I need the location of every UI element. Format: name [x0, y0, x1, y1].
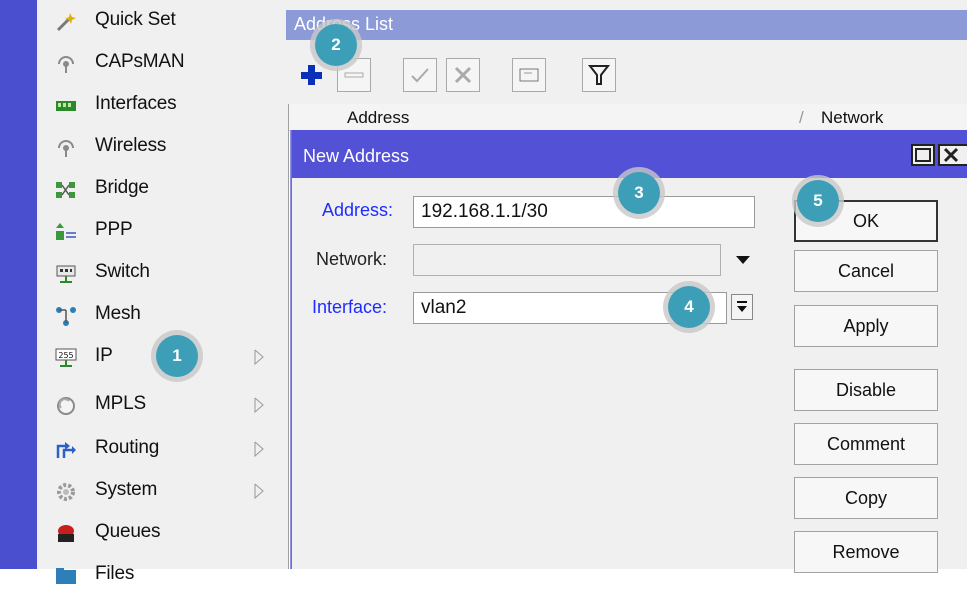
comment-button[interactable]: Comment — [794, 423, 938, 465]
maximize-button[interactable] — [911, 144, 935, 166]
sidebar-item-mesh[interactable]: Mesh — [37, 294, 286, 336]
ppp-icon — [56, 223, 76, 240]
queues-icon — [58, 525, 74, 542]
cancel-button[interactable]: Cancel — [794, 250, 938, 292]
column-header-network[interactable]: Network — [821, 108, 883, 128]
antenna-icon — [58, 56, 74, 73]
network-dropdown-arrow-icon[interactable] — [735, 254, 751, 266]
wireless-icon — [58, 140, 74, 157]
dialog-title: New Address — [303, 146, 410, 166]
sidebar-item-system[interactable]: System — [37, 470, 286, 512]
sidebar-item-label: Wireless — [95, 135, 167, 156]
gear-icon — [57, 483, 75, 501]
step-badge-5: 5 — [797, 180, 839, 222]
sidebar-item-label: Quick Set — [95, 9, 176, 30]
address-list-titlebar[interactable]: Address List — [286, 10, 967, 40]
sidebar-item-quick-set[interactable]: Quick Set — [37, 0, 286, 42]
mpls-icon — [57, 397, 75, 415]
sidebar-item-label: IP — [95, 345, 113, 366]
sidebar-item-label: Files — [95, 563, 135, 584]
interface-label: Interface: — [312, 297, 388, 317]
step-badge-2: 2 — [315, 24, 357, 66]
sidebar-menu: Quick Set CAPsMAN Interfaces Wireless Br… — [37, 0, 286, 584]
maximize-icon — [915, 148, 931, 162]
sidebar-item-routing[interactable]: Routing — [37, 428, 286, 470]
switch-icon — [56, 265, 76, 283]
sidebar-item-label: PPP — [95, 219, 133, 240]
sidebar-item-label: Queues — [95, 521, 161, 542]
folder-icon — [56, 568, 76, 584]
close-icon — [943, 147, 959, 163]
sidebar-item-label: CAPsMAN — [95, 51, 185, 72]
comment-icon — [519, 68, 539, 82]
sidebar-item-label: MPLS — [95, 393, 146, 414]
column-header-address[interactable]: Address — [347, 108, 409, 128]
sidebar-item-queues[interactable]: Queues — [37, 512, 286, 554]
submenu-arrow-icon — [254, 349, 264, 366]
disable-icon — [454, 66, 472, 84]
sidebar-item-label: Switch — [95, 261, 150, 282]
wand-icon — [56, 13, 76, 32]
enable-icon — [411, 68, 429, 83]
sidebar-item-label: System — [95, 479, 158, 500]
svg-text:255: 255 — [58, 351, 73, 360]
sidebar-item-label: Bridge — [95, 177, 149, 198]
routing-icon — [56, 442, 76, 458]
sidebar-item-label: Mesh — [95, 303, 141, 324]
dropdown-arrow-icon — [737, 301, 747, 312]
bridge-icon — [56, 182, 75, 198]
sidebar-item-wireless[interactable]: Wireless — [37, 126, 286, 168]
add-icon — [301, 65, 322, 85]
close-button[interactable] — [938, 144, 967, 166]
interface-dropdown-button[interactable] — [731, 294, 753, 320]
network-input[interactable] — [413, 244, 721, 276]
address-input[interactable]: 192.168.1.1/30 — [413, 196, 755, 228]
enable-button[interactable] — [403, 58, 437, 92]
left-accent-stripe — [0, 0, 37, 569]
network-label: Network: — [316, 249, 388, 269]
step-badge-1: 1 — [156, 335, 198, 377]
step-badge-4: 4 — [668, 286, 710, 328]
dialog-titlebar[interactable]: New Address — [292, 130, 967, 178]
sort-indicator-icon: / — [799, 108, 804, 127]
submenu-arrow-icon — [254, 441, 264, 458]
sidebar-item-mpls[interactable]: MPLS — [37, 384, 286, 426]
disable-button[interactable] — [446, 58, 480, 92]
filter-icon — [587, 65, 611, 85]
submenu-arrow-icon — [254, 397, 264, 414]
mesh-icon — [56, 307, 76, 326]
step-badge-3: 3 — [618, 172, 660, 214]
sidebar-item-capsman[interactable]: CAPsMAN — [37, 42, 286, 84]
address-label: Address: — [322, 200, 394, 220]
sidebar-item-bridge[interactable]: Bridge — [37, 168, 286, 210]
remove-button[interactable]: Remove — [794, 531, 938, 573]
ip-icon: 255 — [55, 348, 77, 367]
disable-button[interactable]: Disable — [794, 369, 938, 411]
add-button[interactable] — [294, 58, 328, 92]
submenu-arrow-icon — [254, 483, 264, 500]
sidebar-item-files[interactable]: Files — [37, 554, 286, 596]
address-table-header: Address / Network — [289, 104, 967, 131]
sidebar-item-ppp[interactable]: PPP — [37, 210, 286, 252]
apply-button[interactable]: Apply — [794, 305, 938, 347]
copy-button[interactable]: Copy — [794, 477, 938, 519]
network-card-icon — [56, 101, 76, 111]
sidebar-item-switch[interactable]: Switch — [37, 252, 286, 294]
comment-button[interactable] — [512, 58, 546, 92]
filter-button[interactable] — [582, 58, 616, 92]
sidebar-item-label: Routing — [95, 437, 160, 458]
sidebar-item-interfaces[interactable]: Interfaces — [37, 84, 286, 126]
sidebar-item-label: Interfaces — [95, 93, 177, 114]
